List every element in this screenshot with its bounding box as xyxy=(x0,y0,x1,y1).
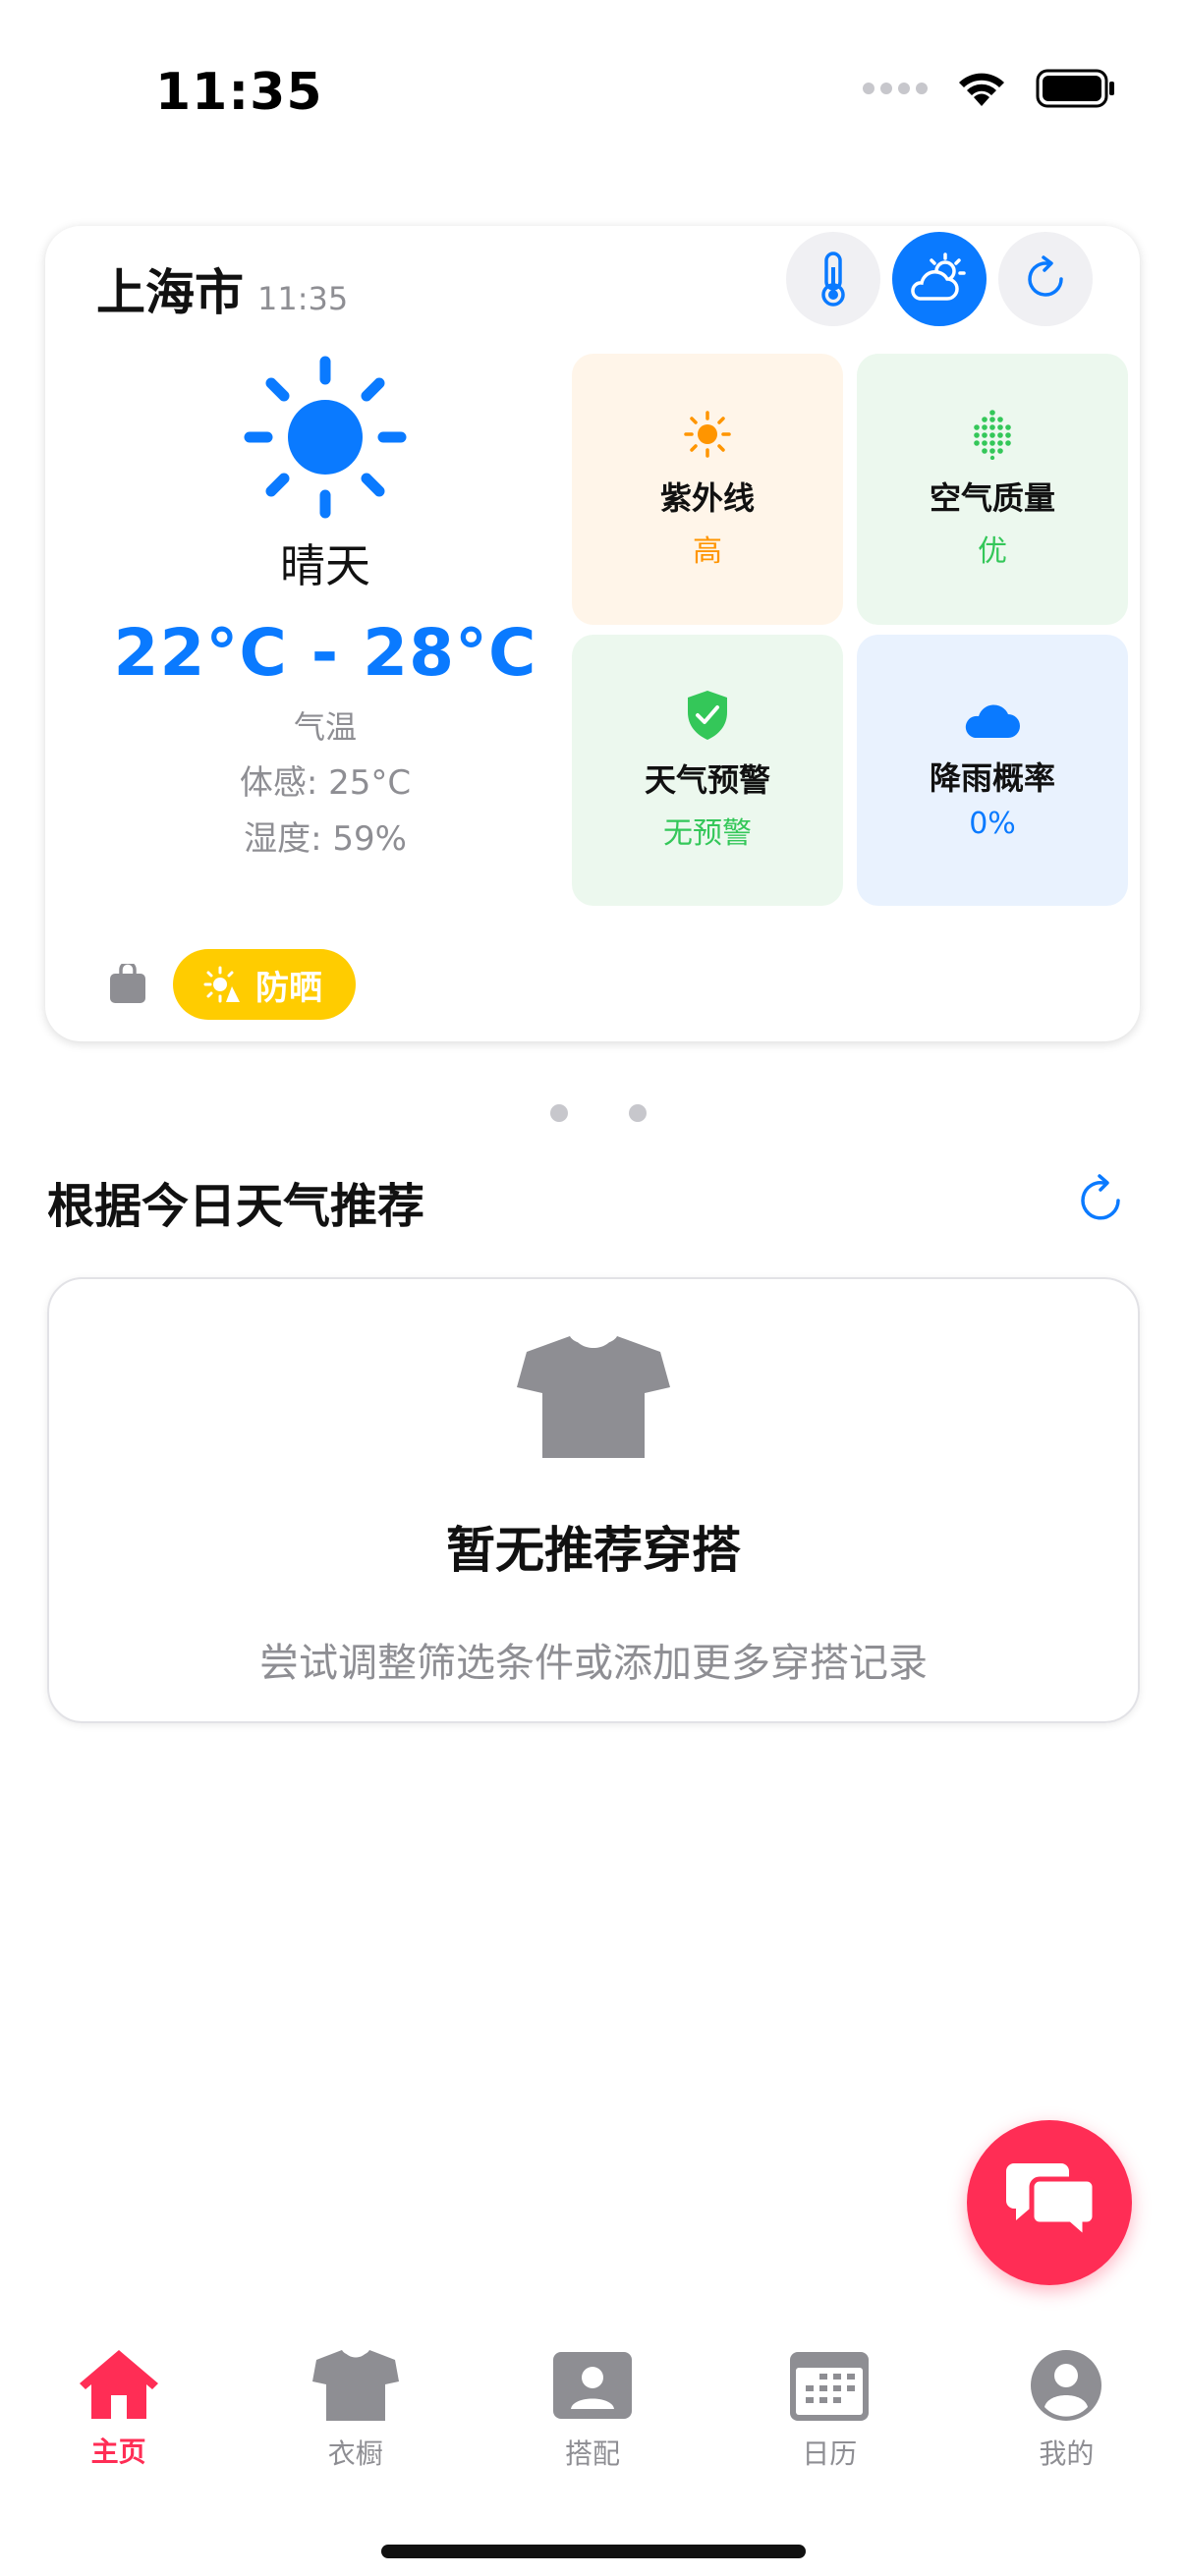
empty-subtitle: 尝试调整筛选条件或添加更多穿搭记录 xyxy=(259,1641,928,1686)
sun-icon xyxy=(244,356,407,519)
signal-icon xyxy=(863,83,928,94)
weather-card[interactable]: 上海市 11:35 晴天 22°C - 28°C 气温 体感: 25°C 湿度:… xyxy=(45,226,1140,1041)
cloud-sun-icon xyxy=(911,252,966,301)
tab-profile-label: 我的 xyxy=(1039,2437,1095,2470)
tab-wardrobe-label: 衣橱 xyxy=(327,2437,383,2470)
refresh-recommend-button[interactable] xyxy=(1073,1171,1128,1230)
wifi-icon xyxy=(955,69,1008,108)
empty-title: 暂无推荐穿搭 xyxy=(446,1522,741,1579)
weather-view-button[interactable] xyxy=(892,232,987,326)
chat-bubbles-icon xyxy=(1006,2163,1097,2242)
refresh-icon xyxy=(1028,255,1063,297)
tab-wardrobe[interactable]: 衣橱 xyxy=(237,2348,474,2505)
refresh-weather-button[interactable] xyxy=(998,232,1093,326)
weather-condition: 晴天 xyxy=(280,539,370,592)
battery-icon xyxy=(1036,69,1116,108)
shield-icon xyxy=(688,691,727,740)
home-icon xyxy=(79,2350,158,2419)
chat-button[interactable] xyxy=(967,2120,1132,2285)
air-quality-label: 空气质量 xyxy=(929,479,1055,517)
empty-recommend-card: 暂无推荐穿搭 尝试调整筛选条件或添加更多穿搭记录 xyxy=(47,1277,1140,1723)
tab-home-label: 主页 xyxy=(90,2436,146,2468)
weather-actions xyxy=(786,232,1093,326)
air-quality-tile[interactable]: 空气质量 优 xyxy=(857,354,1128,625)
weather-alert-label: 天气预警 xyxy=(644,761,770,799)
sunscreen-tag-label: 防晒 xyxy=(255,968,322,1008)
update-time: 11:35 xyxy=(257,280,349,317)
shirt-icon xyxy=(517,1336,670,1458)
refresh-icon xyxy=(1081,1174,1120,1220)
rain-chance-label: 降雨概率 xyxy=(929,758,1055,797)
thermometer-button[interactable] xyxy=(786,232,880,326)
weather-summary: 晴天 22°C - 28°C 气温 体感: 25°C 湿度: 59% xyxy=(104,354,546,860)
air-quality-value: 优 xyxy=(978,534,1007,569)
uv-tile[interactable]: 紫外线 高 xyxy=(572,354,843,625)
calendar-icon xyxy=(790,2352,870,2421)
weather-alert-tile[interactable]: 天气预警 无预警 xyxy=(572,635,843,906)
person-card-icon xyxy=(553,2352,632,2419)
tab-bar: 主页 衣橱 搭配 日历 我的 xyxy=(0,2348,1185,2505)
city-name: 上海市 xyxy=(96,264,244,321)
tab-calendar-label: 日历 xyxy=(802,2437,858,2470)
feels-like: 体感: 25°C xyxy=(239,763,412,803)
tab-outfits[interactable]: 搭配 xyxy=(474,2348,710,2505)
weather-tags: 防晒 xyxy=(108,949,356,1020)
uv-value: 高 xyxy=(693,534,722,569)
recommend-title: 根据今日天气推荐 xyxy=(47,1179,425,1234)
tab-calendar[interactable]: 日历 xyxy=(711,2348,948,2505)
status-icons xyxy=(863,69,1116,108)
shirt-icon xyxy=(311,2350,399,2421)
uv-label: 紫外线 xyxy=(659,479,755,517)
thermometer-icon xyxy=(821,252,845,307)
tab-profile[interactable]: 我的 xyxy=(948,2348,1185,2505)
weather-alert-value: 无预警 xyxy=(663,816,752,851)
home-indicator[interactable] xyxy=(381,2545,806,2558)
city-row: 上海市 11:35 xyxy=(96,253,348,324)
cloud-icon xyxy=(965,703,1020,738)
home-screen: 11:35 上海市 11:35 晴天 22°C - 28°C 气温 体感: 25… xyxy=(0,0,1185,2576)
dots-icon xyxy=(974,410,1011,460)
sunscreen-tag[interactable]: 防晒 xyxy=(173,949,356,1020)
weather-tiles: 紫外线 高 空气质量 优 天气预警 无预警 降雨概率 0% xyxy=(572,354,1128,906)
sun-icon xyxy=(684,411,731,458)
profile-icon xyxy=(1031,2350,1102,2421)
tab-outfits-label: 搭配 xyxy=(565,2437,621,2470)
page-indicator[interactable] xyxy=(550,1104,647,1122)
humidity: 湿度: 59% xyxy=(244,819,407,859)
temperature-range: 22°C - 28°C xyxy=(113,615,537,691)
status-time: 11:35 xyxy=(155,63,323,122)
bag-icon xyxy=(108,964,147,1005)
sun-protection-icon xyxy=(203,966,240,1003)
temperature-label: 气温 xyxy=(293,708,357,746)
rain-chance-tile[interactable]: 降雨概率 0% xyxy=(857,635,1128,906)
tab-home[interactable]: 主页 xyxy=(0,2348,237,2505)
rain-chance-value: 0% xyxy=(969,806,1016,841)
